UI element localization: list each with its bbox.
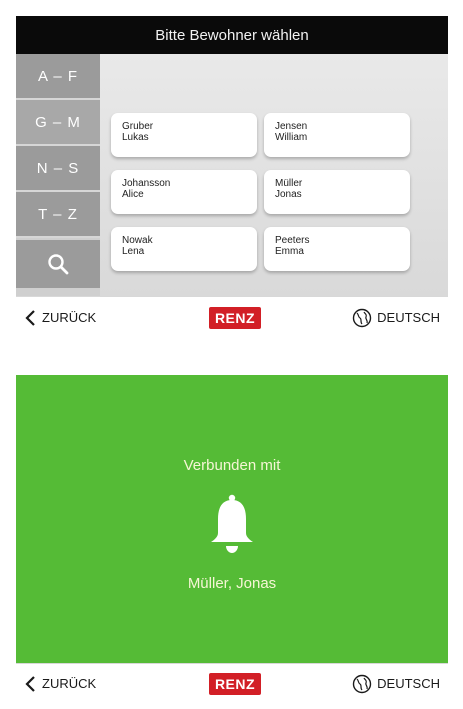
language-label: DEUTSCH (377, 676, 440, 691)
footer-bar-connected: ZURÜCK RENZ DEUTSCH (16, 663, 448, 703)
resident-first-name: Jonas (275, 189, 302, 200)
language-button[interactable]: DEUTSCH (352, 297, 440, 338)
resident-select-screen: Bitte Bewohner wählen A – F G – M N – S … (16, 16, 448, 338)
resident-first-name: Lena (122, 246, 145, 257)
resident-card-mueller[interactable]: Müller Jonas (264, 170, 410, 214)
alphabet-button-a-f[interactable]: A – F (16, 54, 100, 100)
resident-card-peeters[interactable]: Peeters Emma (264, 227, 410, 271)
resident-last-name: Johansson (122, 178, 171, 189)
back-button[interactable]: ZURÜCK (22, 664, 96, 703)
language-label: DEUTSCH (377, 310, 440, 325)
connection-status: Verbunden mit (183, 457, 281, 474)
language-button[interactable]: DEUTSCH (352, 664, 440, 703)
bell-icon (211, 494, 253, 553)
screen-header: Bitte Bewohner wählen (16, 16, 448, 54)
resident-card-gruber[interactable]: Gruber Lukas (111, 113, 257, 157)
connected-screen: Verbunden mit Müller, Jonas (16, 375, 448, 694)
footer-bar: ZURÜCK RENZ DEUTSCH (16, 296, 448, 338)
resident-list: Gruber Lukas Jensen William Johansson Al… (100, 54, 448, 296)
alphabet-button-t-z[interactable]: T – Z (16, 192, 100, 238)
globe-icon (352, 308, 372, 327)
resident-last-name: Nowak (122, 235, 153, 246)
resident-first-name: Lukas (122, 132, 149, 143)
alphabet-button-g-m[interactable]: G – M (16, 100, 100, 146)
back-button[interactable]: ZURÜCK (22, 297, 96, 338)
resident-last-name: Gruber (122, 121, 154, 132)
back-label: ZURÜCK (42, 310, 97, 325)
resident-card-jensen[interactable]: Jensen William (264, 113, 410, 157)
search-icon (48, 254, 69, 275)
resident-first-name: William (275, 132, 308, 143)
resident-first-name: Alice (122, 189, 144, 200)
globe-icon (352, 674, 372, 693)
renz-logo: RENZ (209, 307, 261, 329)
screen-title: Bitte Bewohner wählen (155, 26, 309, 44)
resident-card-nowak[interactable]: Nowak Lena (111, 227, 257, 271)
search-button[interactable] (16, 240, 100, 288)
chevron-left-icon (25, 675, 35, 692)
alphabet-button-n-s[interactable]: N – S (16, 146, 100, 192)
back-label: ZURÜCK (42, 676, 97, 691)
resident-last-name: Peeters (275, 235, 310, 246)
resident-first-name: Emma (275, 246, 304, 257)
resident-last-name: Jensen (275, 121, 308, 132)
renz-logo: RENZ (209, 673, 261, 695)
connected-resident-name: Müller, Jonas (187, 575, 277, 592)
resident-card-johansson[interactable]: Johansson Alice (111, 170, 257, 214)
chevron-left-icon (25, 309, 35, 326)
alphabet-sidebar: A – F G – M N – S T – Z (16, 54, 100, 296)
resident-last-name: Müller (275, 178, 303, 189)
